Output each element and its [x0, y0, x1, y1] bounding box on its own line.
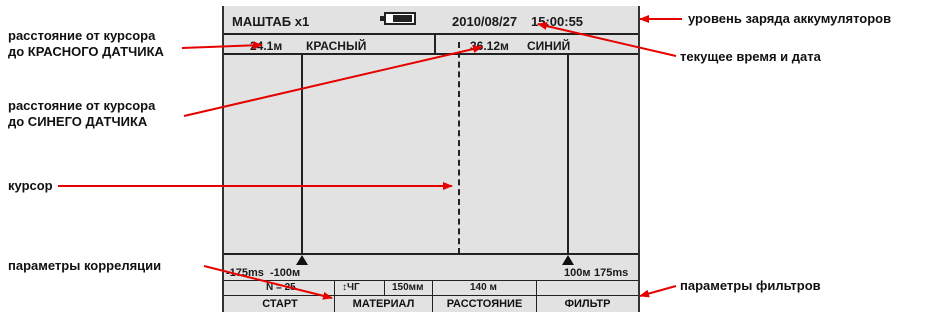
annotation-arrows: [58, 15, 682, 300]
arrow-datetime: [537, 22, 677, 57]
arrow-correlation: [203, 265, 333, 300]
arrow-blue-sensor: [183, 45, 483, 117]
arrow-filters: [639, 285, 677, 298]
arrow-red-sensor: [181, 41, 263, 50]
